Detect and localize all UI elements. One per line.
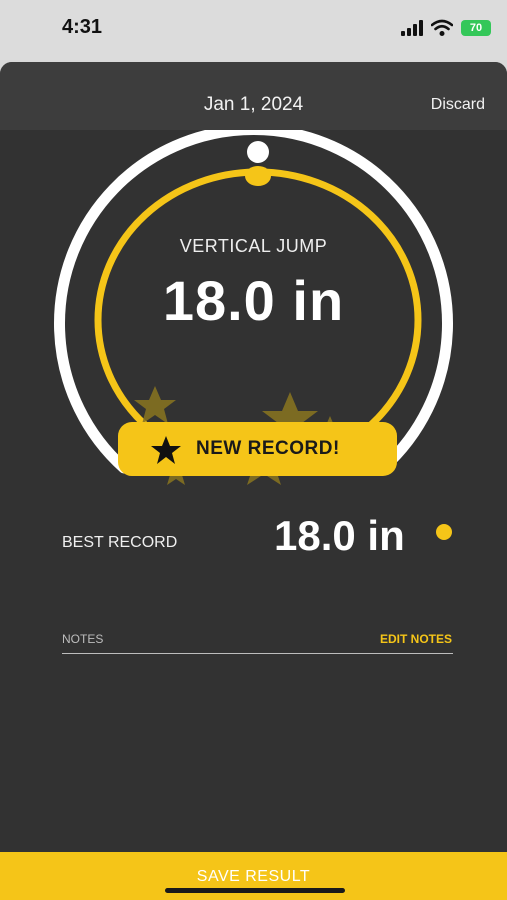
new-record-label: NEW RECORD! — [196, 438, 340, 459]
best-record-label: BEST RECORD — [62, 534, 178, 551]
home-indicator — [165, 888, 345, 893]
status-bar: 4:31 70 — [0, 0, 507, 60]
star-icon — [151, 436, 181, 464]
sheet-header: Jan 1, 2024 Discard — [0, 62, 507, 130]
edit-notes-button[interactable]: EDIT NOTES — [380, 632, 452, 646]
metric-value: 18.0 in — [162, 269, 345, 332]
battery-level: 70 — [469, 22, 483, 34]
signal-icon — [401, 20, 423, 36]
result-sheet: Jan 1, 2024 Discard VERTICAL JUMP 18.0 i… — [0, 62, 507, 900]
battery-icon: 70 — [461, 20, 491, 36]
discard-button[interactable]: Discard — [431, 96, 485, 114]
save-result-label: SAVE RESULT — [196, 868, 311, 885]
metric-label: VERTICAL JUMP — [179, 236, 328, 256]
notes-label: NOTES — [62, 632, 104, 646]
status-time: 4:31 — [62, 16, 103, 38]
outer-ring-handle — [247, 141, 269, 163]
new-record-badge: NEW RECORD! — [118, 422, 397, 476]
status-icons: 70 — [401, 19, 491, 38]
best-record-value: 18.0 in — [274, 512, 405, 559]
wifi-icon — [431, 19, 453, 36]
battery-cap — [486, 25, 489, 31]
notes-divider — [62, 653, 453, 654]
record-indicator-dot — [436, 524, 452, 540]
inner-ring-handle — [245, 166, 271, 186]
